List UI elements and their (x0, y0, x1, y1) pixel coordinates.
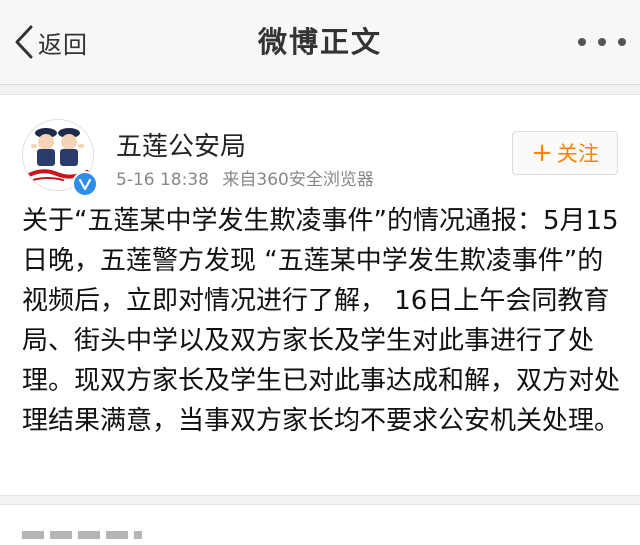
page-title: 微博正文 (257, 25, 382, 59)
follow-button[interactable]: + 关注 (512, 131, 618, 175)
more-options-button[interactable] (578, 30, 626, 54)
verified-badge-icon (72, 171, 98, 197)
post-time: 5-16 18:38 (116, 170, 209, 190)
top-navigation-bar: 返回 微博正文 (0, 0, 640, 85)
user-name[interactable]: 五莲公安局 (116, 131, 246, 163)
post-meta: 5-16 18:38 来自360安全浏览器 (116, 169, 374, 191)
follow-label: 关注 (556, 142, 599, 166)
post-source: 来自360安全浏览器 (222, 170, 374, 190)
plus-icon: + (531, 138, 553, 168)
next-section-title-cutoff (22, 525, 142, 539)
more-dot-icon (618, 38, 626, 46)
next-section-card (0, 504, 640, 545)
more-dot-icon (578, 38, 586, 46)
more-dot-icon (598, 38, 606, 46)
post-body-text: 关于“五莲某中学发生欺凌事件”的情况通报：5月15日晚，五莲警方发现 “五莲某中… (22, 206, 621, 436)
weibo-post-card: 五莲公安局 5-16 18:38 来自360安全浏览器 + 关注 关于“五莲某中… (0, 94, 640, 496)
